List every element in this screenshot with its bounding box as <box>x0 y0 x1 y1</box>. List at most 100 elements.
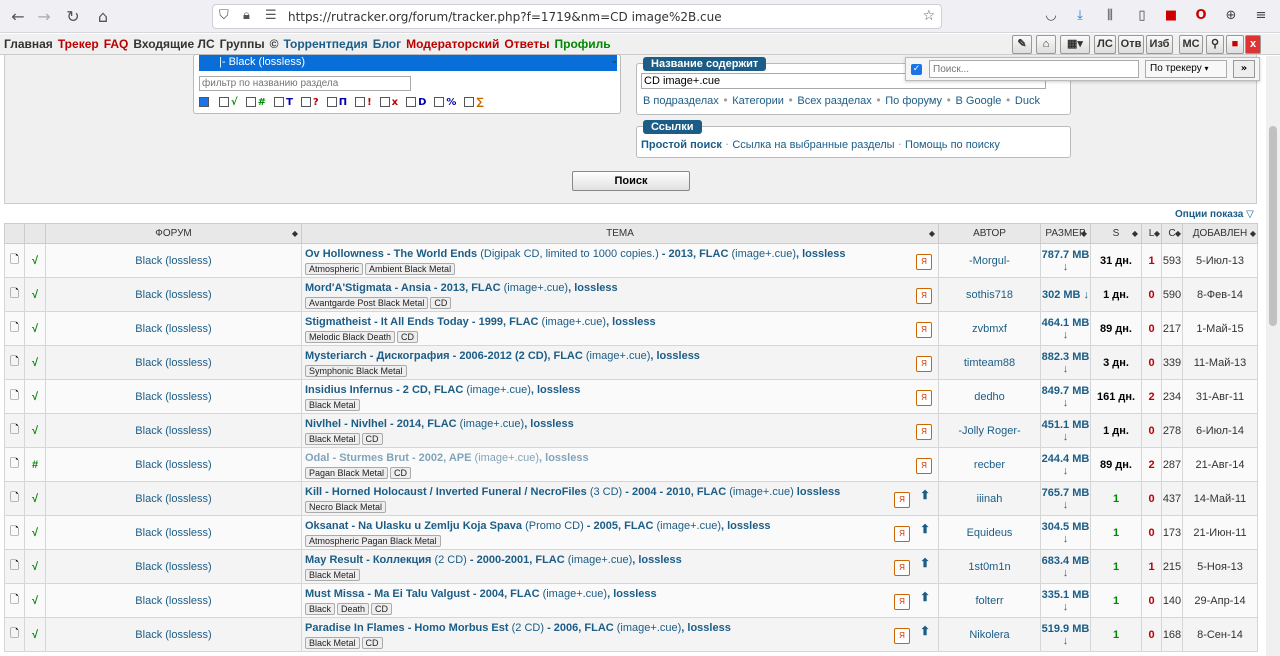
forum-link[interactable]: Black (lossless) <box>45 243 302 278</box>
extension-flag-icon[interactable]: ■ <box>1162 7 1180 25</box>
topic-title-link[interactable]: Must Missa - Ma Ei Talu Valgust - 2004, … <box>305 588 935 600</box>
title-link-2[interactable]: Всех разделах <box>797 95 871 107</box>
home-button-icon[interactable]: ⌂ <box>1036 35 1056 54</box>
flag-checkbox[interactable] <box>219 97 229 107</box>
forum-link[interactable]: Black (lossless) <box>45 617 302 652</box>
status-flag-3[interactable]: T <box>274 95 293 108</box>
magnet-icon[interactable]: Я <box>894 526 910 542</box>
search-help-link[interactable]: Помощь по поиску <box>905 139 1000 151</box>
menu-link-7[interactable]: Блог <box>373 37 401 51</box>
status-flag-0[interactable] <box>199 95 211 108</box>
arrow-up-icon[interactable]: ⬆ <box>920 590 930 604</box>
back-icon[interactable]: ← <box>8 7 28 27</box>
col-seeds[interactable]: S ◆ <box>1090 223 1142 244</box>
topic-title-link[interactable]: Mord'A'Stigmata - Ansia - 2013, FLAC (im… <box>305 282 935 294</box>
tag[interactable]: CD <box>371 603 393 615</box>
status-flag-5[interactable]: П <box>326 95 347 108</box>
menu-btn-ms[interactable]: МС <box>1179 35 1203 54</box>
menu-btn-otv[interactable]: Отв <box>1118 35 1144 54</box>
author-link[interactable]: sothis718 <box>938 277 1041 312</box>
forum-link[interactable]: Black (lossless) <box>45 549 302 584</box>
col-leechers[interactable]: L ◆ <box>1141 223 1162 244</box>
tag[interactable]: Atmospheric <box>305 263 364 275</box>
menu-link-2[interactable]: FAQ <box>104 37 129 51</box>
menu-link-8[interactable]: Модераторский <box>406 37 499 51</box>
magnet-icon[interactable]: Я <box>916 390 932 406</box>
author-link[interactable]: Nikolera <box>938 617 1041 652</box>
menu-icon[interactable]: ≡ <box>1252 7 1270 25</box>
status-flag-10[interactable]: ∑ <box>464 95 484 108</box>
status-flag-7[interactable]: x <box>379 95 398 108</box>
flag-checkbox[interactable] <box>300 97 311 107</box>
scrollbar-thumb[interactable] <box>1269 126 1277 326</box>
opera-icon[interactable]: O <box>1192 7 1210 25</box>
size-download-link[interactable]: 882.3 MB ↓ <box>1040 345 1091 380</box>
tag[interactable]: Melodic Black Death <box>305 331 396 343</box>
title-link-1[interactable]: Категории <box>732 95 784 107</box>
topic-title-link[interactable]: Ov Hollowness - The World Ends (Digipak … <box>305 248 935 260</box>
magnet-icon[interactable]: Я <box>916 424 932 440</box>
tag[interactable]: Avantgarde Post Black Metal <box>305 297 429 309</box>
forward-icon[interactable]: → <box>34 7 54 27</box>
tag[interactable]: Black Metal <box>305 399 360 411</box>
tag[interactable]: CD <box>390 467 412 479</box>
search-scope-select[interactable]: По трекеру ▾ <box>1145 60 1227 78</box>
forum-filter-input[interactable] <box>199 76 411 91</box>
author-link[interactable]: iiinah <box>938 481 1041 516</box>
col-completed[interactable]: C ◆ <box>1161 223 1183 244</box>
size-download-link[interactable]: 787.7 MB ↓ <box>1040 243 1091 278</box>
magnet-icon[interactable]: Я <box>894 594 910 610</box>
tag[interactable]: CD <box>361 637 383 649</box>
topic-title-link[interactable]: Kill - Horned Holocaust / Inverted Funer… <box>305 486 935 498</box>
arrow-up-icon[interactable]: ⬆ <box>920 488 930 502</box>
magnet-icon[interactable]: Я <box>894 560 910 576</box>
status-flag-2[interactable]: # <box>245 95 266 108</box>
topic-title-link[interactable]: Odal - Sturmes Brut - 2002, APE (image+.… <box>305 452 935 464</box>
briefcase-icon[interactable]: ▦▾ <box>1060 35 1090 54</box>
col-forum[interactable]: ФОРУМ ◆ <box>45 223 302 244</box>
tag[interactable]: CD <box>397 331 419 343</box>
title-link-5[interactable]: Duck <box>1015 95 1040 107</box>
author-link[interactable]: 1st0m1n <box>938 549 1041 584</box>
author-link[interactable]: zvbmxf <box>938 311 1041 346</box>
permissions-icon[interactable]: ☰ <box>265 8 277 23</box>
flag-checkbox[interactable] <box>274 97 285 107</box>
size-download-link[interactable]: 849.7 MB ↓ <box>1040 379 1091 414</box>
tag[interactable]: Symphonic Black Metal <box>305 365 407 377</box>
author-link[interactable]: folterr <box>938 583 1041 618</box>
author-link[interactable]: Equideus <box>938 515 1041 550</box>
bookmark-star-icon[interactable]: ☆ <box>922 8 935 24</box>
search-icon[interactable]: ⚲ <box>1206 35 1224 54</box>
flag-checkbox[interactable] <box>199 97 209 107</box>
forum-link[interactable]: Black (lossless) <box>45 413 302 448</box>
size-download-link[interactable]: 244.4 MB ↓ <box>1040 447 1091 482</box>
author-link[interactable]: dedho <box>938 379 1041 414</box>
status-flag-6[interactable]: ! <box>355 95 372 108</box>
tag[interactable]: CD <box>430 297 452 309</box>
flag-checkbox[interactable] <box>355 97 366 107</box>
menu-link-4[interactable]: Группы <box>220 37 265 51</box>
title-link-0[interactable]: В подразделах <box>643 95 719 107</box>
flag-checkbox[interactable] <box>245 97 256 107</box>
forum-link[interactable]: Black (lossless) <box>45 311 302 346</box>
tag[interactable]: Black Metal <box>305 637 360 649</box>
status-flag-1[interactable]: √ <box>219 95 238 108</box>
arrow-up-icon[interactable]: ⬆ <box>920 522 930 536</box>
url-bar[interactable]: ⛉ 🔒︎ ☰ https://rutracker.org/forum/track… <box>212 4 942 29</box>
menu-link-10[interactable]: Профиль <box>555 37 611 51</box>
menu-link-5[interactable]: © <box>270 37 279 51</box>
forum-link[interactable]: Black (lossless) <box>45 379 302 414</box>
menu-btn-ls[interactable]: ЛС <box>1094 35 1116 54</box>
forum-link[interactable]: Black (lossless) <box>45 277 302 312</box>
title-link-3[interactable]: По форуму <box>885 95 942 107</box>
size-download-link[interactable]: 304.5 MB ↓ <box>1040 515 1091 550</box>
tag[interactable]: Atmospheric Pagan Black Metal <box>305 535 441 547</box>
display-options-link[interactable]: Опции показа ▽ <box>1175 209 1254 220</box>
tag[interactable]: Pagan Black Metal <box>305 467 389 479</box>
magnet-icon[interactable]: Я <box>916 322 932 338</box>
topic-title-link[interactable]: May Result - Коллекция (2 CD) - 2000-200… <box>305 554 935 566</box>
col-author[interactable]: АВТОР <box>938 223 1041 244</box>
home-icon[interactable]: ⌂ <box>93 7 113 27</box>
download-icon[interactable]: ⤓ <box>1071 7 1089 25</box>
size-download-link[interactable]: 302 MB ↓ <box>1040 277 1091 312</box>
